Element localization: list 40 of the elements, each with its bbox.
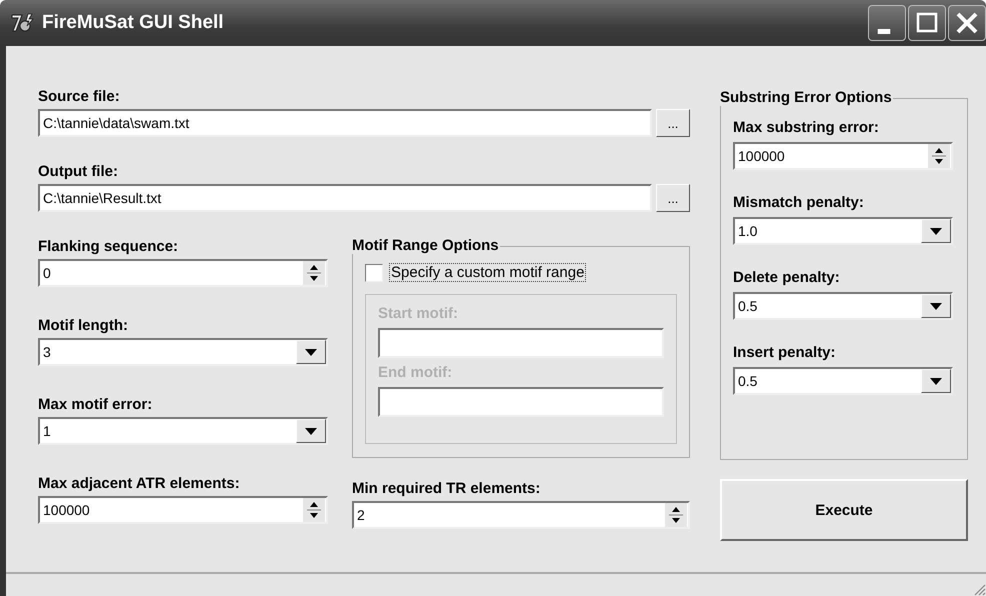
execute-button[interactable]: Execute <box>720 479 968 541</box>
spinner-field[interactable]: 100000 <box>38 496 328 524</box>
spin-arrows-icon[interactable] <box>303 498 325 522</box>
group-title: Substring Error Options <box>719 89 893 106</box>
app-logo-icon <box>10 12 36 34</box>
dropdown-field[interactable]: 0.5 <box>733 292 953 320</box>
dropdown-field[interactable]: 1 <box>38 417 328 445</box>
spinner-field[interactable]: 2 <box>352 501 690 529</box>
spin-arrows-icon[interactable] <box>303 261 325 285</box>
field-label: Max substring error: <box>733 119 880 136</box>
close-icon <box>955 11 979 35</box>
maximize-icon <box>915 11 939 35</box>
browse-button[interactable]: ... <box>656 184 690 212</box>
field-label: Output file: <box>38 163 119 180</box>
window-title: FireMuSat GUI Shell <box>42 12 224 34</box>
file-path-field[interactable]: C:\tannie\Result.txt <box>38 184 652 212</box>
field-label: Max motif error: <box>38 396 154 413</box>
spinner-field[interactable]: 100000 <box>733 142 953 170</box>
field-label: Insert penalty: <box>733 344 837 361</box>
field-label: Source file: <box>38 88 121 105</box>
group-title: Motif Range Options <box>351 237 500 254</box>
minimize-icon <box>877 28 891 34</box>
dropdown-field[interactable]: 3 <box>38 338 328 366</box>
dropdown-field[interactable]: 1.0 <box>733 217 953 245</box>
spin-arrows-icon[interactable] <box>928 144 950 168</box>
maximize-button[interactable] <box>908 5 946 41</box>
file-path-field[interactable]: C:\tannie\data\swam.txt <box>38 109 652 137</box>
spinner-field[interactable]: 0 <box>38 259 328 287</box>
minimize-button[interactable] <box>868 5 906 41</box>
spin-arrows-icon[interactable] <box>665 503 687 527</box>
close-button[interactable] <box>948 5 986 41</box>
field-label: Motif length: <box>38 317 129 334</box>
field-label: Min required TR elements: <box>352 480 542 497</box>
field-label: Flanking sequence: <box>38 238 180 255</box>
field-label: Mismatch penalty: <box>733 194 865 211</box>
field-label: Delete penalty: <box>733 269 841 286</box>
browse-button[interactable]: ... <box>656 109 690 137</box>
resize-grip-icon[interactable] <box>972 582 986 596</box>
field-label: Max adjacent ATR elements: <box>38 475 241 492</box>
dropdown-field[interactable]: 0.5 <box>733 367 953 395</box>
